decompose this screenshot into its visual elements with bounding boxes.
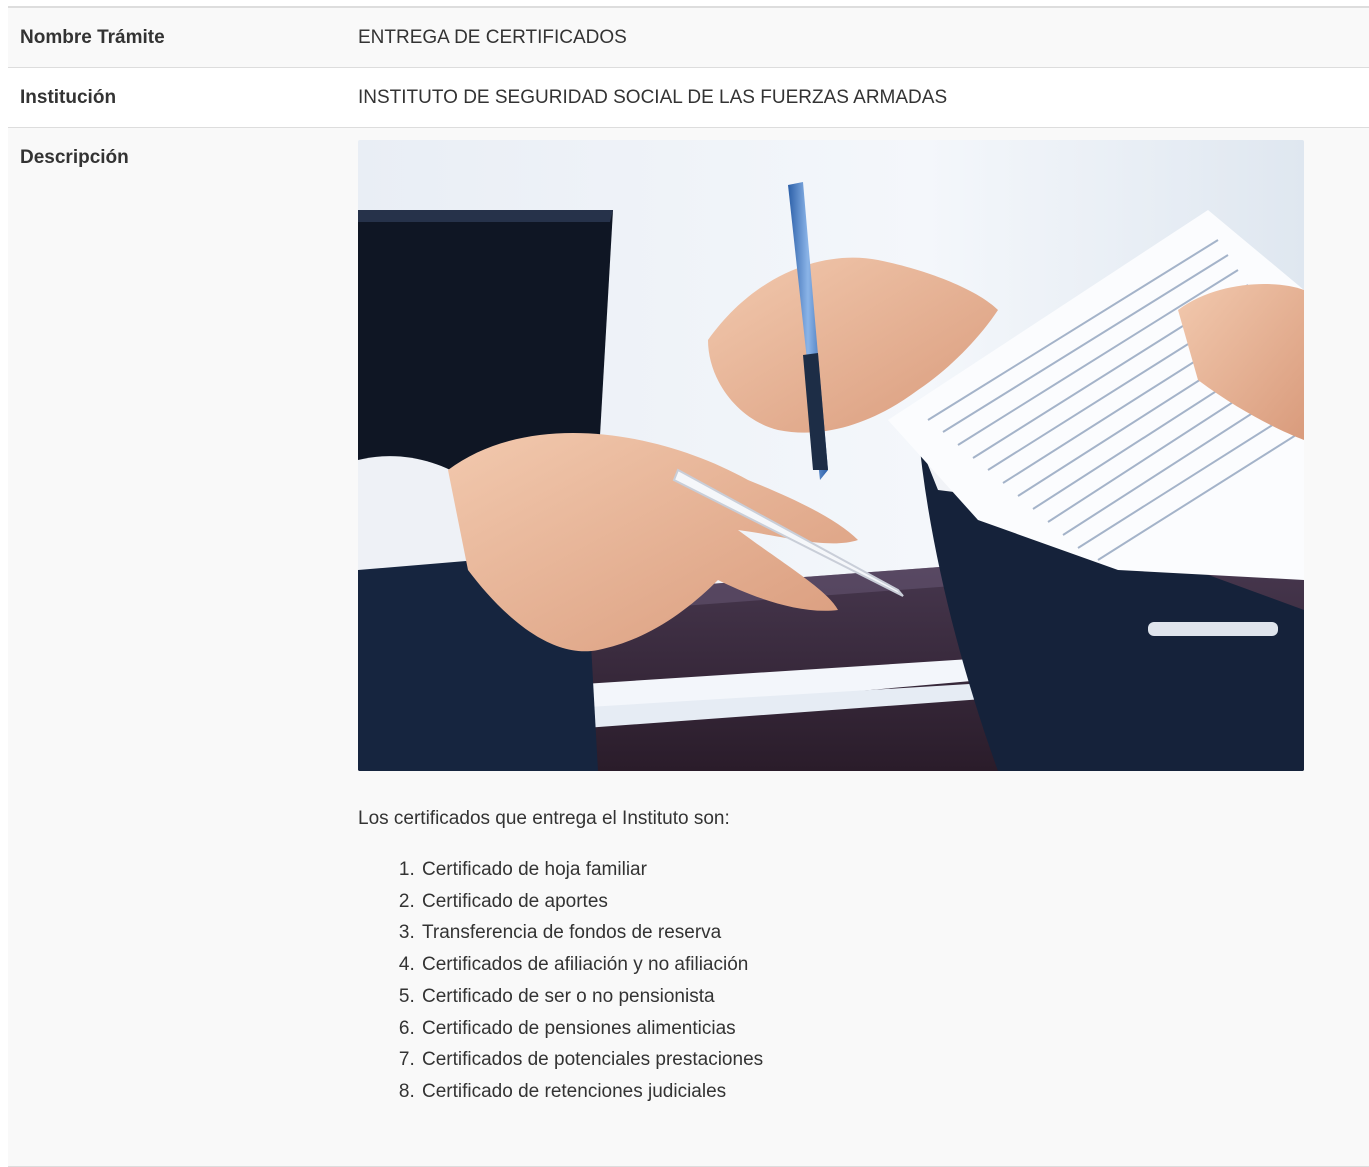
list-item: Transferencia de fondos de reserva <box>420 917 1369 949</box>
list-item: Certificado de ser o no pensionista <box>420 981 1369 1013</box>
list-item: Certificados de potenciales prestaciones <box>420 1044 1369 1076</box>
value-nombre-tramite: ENTREGA DE CERTIFICADOS <box>358 27 627 48</box>
row-institucion: Institución INSTITUTO DE SEGURIDAD SOCIA… <box>8 68 1369 128</box>
list-item: Certificados de afiliación y no afiliaci… <box>420 949 1369 981</box>
value-institucion: INSTITUTO DE SEGURIDAD SOCIAL DE LAS FUE… <box>358 87 948 108</box>
description-photo <box>358 140 1304 771</box>
label-nombre-tramite: Nombre Trámite <box>20 27 165 48</box>
procedure-table: Nombre Trámite ENTREGA DE CERTIFICADOS I… <box>8 6 1369 1167</box>
label-descripcion: Descripción <box>20 147 129 168</box>
row-nombre-tramite: Nombre Trámite ENTREGA DE CERTIFICADOS <box>8 8 1369 68</box>
list-item: Certificado de pensiones alimenticias <box>420 1013 1369 1045</box>
certificate-list: Certificado de hoja familiar Certificado… <box>358 854 1369 1108</box>
list-item: Certificado de retenciones judiciales <box>420 1076 1369 1108</box>
list-item: Certificado de hoja familiar <box>420 854 1369 886</box>
description-intro: Los certificados que entrega el Institut… <box>358 808 730 829</box>
value-descripcion: Los certificados que entrega el Institut… <box>346 128 1369 1166</box>
label-institucion: Institución <box>20 87 117 108</box>
list-item: Certificado de aportes <box>420 886 1369 918</box>
row-descripcion: Descripción Los certificados que entrega… <box>8 128 1369 1167</box>
